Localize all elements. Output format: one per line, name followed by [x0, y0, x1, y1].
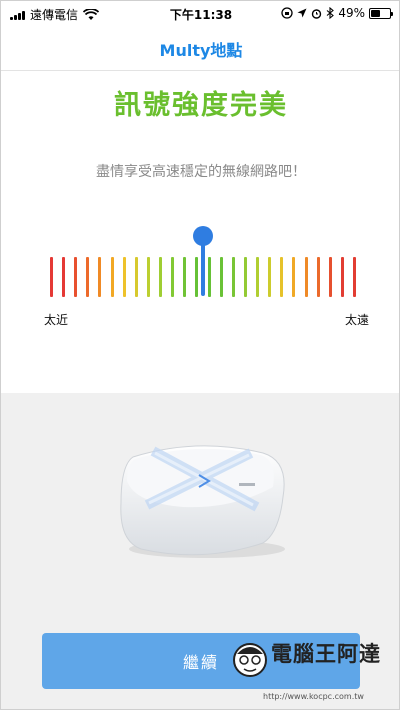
meter-tick — [304, 257, 308, 297]
meter-tick — [195, 257, 199, 297]
device-illustration-area: 繼續 電腦王阿達 http://www.kocpc.com.tw — [1, 393, 399, 709]
meter-tick — [183, 257, 187, 297]
meter-tick — [98, 257, 102, 297]
battery-icon — [369, 7, 393, 19]
rotation-lock-icon — [281, 7, 293, 19]
meter-tick — [256, 257, 260, 297]
status-right: 49% — [281, 6, 393, 20]
meter-tick — [328, 257, 332, 297]
bluetooth-icon — [326, 7, 335, 19]
battery-percent: 49% — [338, 6, 365, 20]
meter-tick — [50, 257, 53, 297]
alarm-icon — [312, 8, 322, 19]
router-device-image — [120, 445, 285, 558]
watermark-mascot-icon — [233, 643, 267, 677]
meter-tick — [122, 257, 126, 297]
meter-tick — [62, 257, 66, 297]
watermark-text: 電腦王阿達 — [271, 642, 381, 666]
too-far-label: 太遠 — [345, 313, 370, 327]
meter-tick — [134, 257, 138, 297]
signal-strength-meter: 太近 太遠 — [1, 221, 399, 331]
meter-tick — [159, 257, 163, 297]
too-close-label: 太近 — [44, 313, 69, 327]
meter-tick — [268, 257, 272, 297]
meter-tick — [231, 257, 235, 297]
meter-tick — [316, 257, 320, 297]
signal-indicator-stem — [200, 239, 205, 296]
screen: 遠傳電信 下午11:38 49% Multy地點 訊號強度完美 盡情享受高速穩定… — [0, 0, 400, 710]
meter-tick — [292, 257, 296, 297]
meter-tick — [353, 257, 356, 297]
meter-tick — [280, 257, 284, 297]
nav-divider — [1, 70, 399, 71]
meter-tick — [74, 257, 78, 297]
meter-tick — [171, 257, 175, 297]
meter-tick — [340, 257, 344, 297]
meter-tick — [219, 257, 223, 297]
meter-tick — [243, 257, 247, 297]
nav-title: Multy地點 — [159, 41, 243, 60]
battery-fill — [371, 9, 380, 17]
signal-status-headline: 訊號強度完美 — [114, 90, 288, 121]
signal-indicator-knob — [192, 226, 213, 246]
meter-tick — [146, 257, 150, 297]
watermark-url: http://www.kocpc.com.tw — [263, 692, 364, 701]
location-icon — [297, 8, 307, 18]
meter-tick — [110, 257, 114, 297]
meter-tick — [207, 257, 211, 297]
watermark: 電腦王阿達 http://www.kocpc.com.tw — [231, 638, 399, 709]
status-bar: 遠傳電信 下午11:38 49% — [1, 1, 399, 27]
signal-status-subtitle: 盡情享受高速穩定的無線網路吧！ — [96, 164, 306, 180]
meter-tick — [86, 257, 90, 297]
